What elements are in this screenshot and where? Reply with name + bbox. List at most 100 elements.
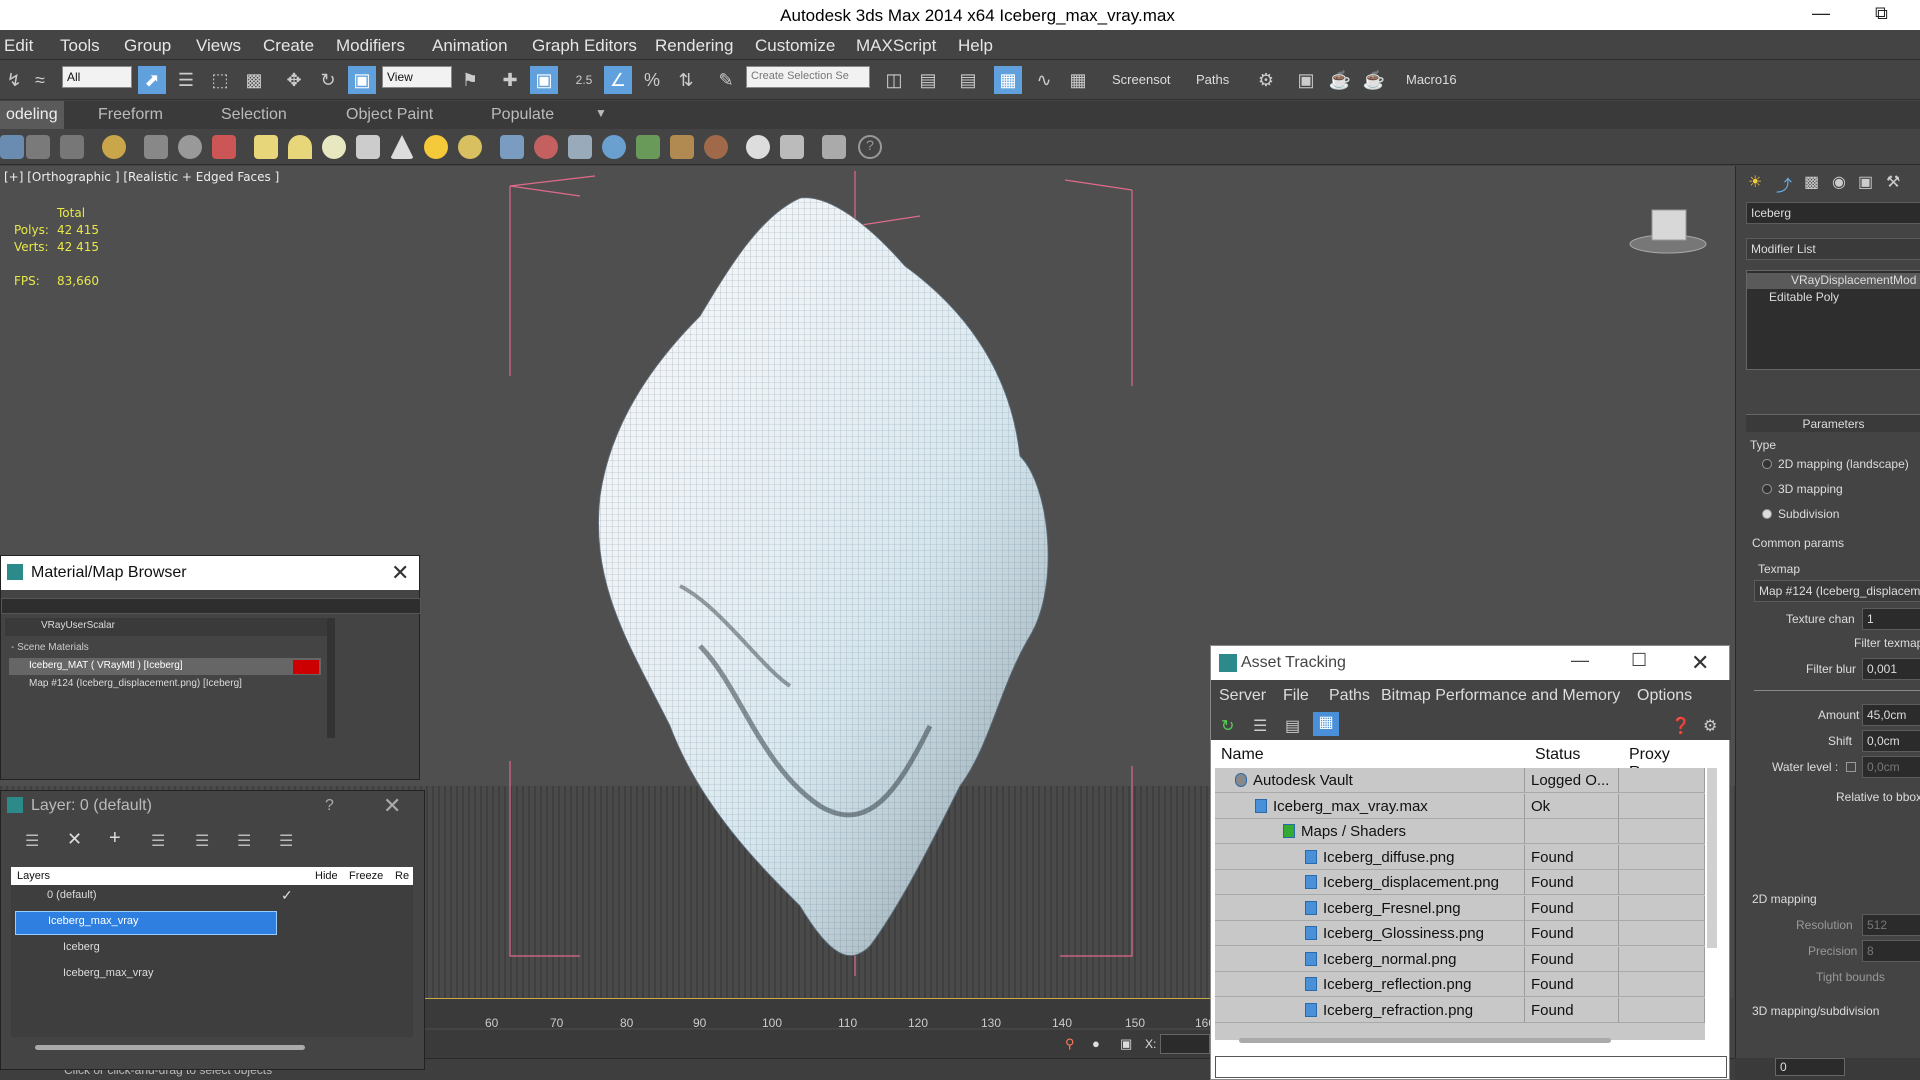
create-tab-icon[interactable]: ☀ bbox=[1748, 172, 1762, 192]
tab-object-paint[interactable]: Object Paint bbox=[346, 106, 433, 124]
skylight-icon[interactable] bbox=[458, 135, 482, 159]
help-icon[interactable]: ❓ bbox=[1671, 716, 1691, 736]
motion-tab-icon[interactable]: ◉ bbox=[1832, 172, 1846, 192]
grid-icon[interactable] bbox=[780, 135, 804, 159]
asset-row[interactable]: Iceberg_refraction.png Found bbox=[1215, 997, 1705, 1023]
sun-icon[interactable] bbox=[424, 135, 448, 159]
highlight-layer-icon[interactable]: ☰ bbox=[195, 831, 209, 851]
plant-icon[interactable] bbox=[636, 135, 660, 159]
layer-object-iceberg-max-vray[interactable]: Iceberg_max_vray bbox=[11, 963, 413, 987]
cone-icon[interactable] bbox=[390, 135, 414, 159]
asset-vertical-scrollbar[interactable] bbox=[1707, 768, 1717, 948]
modifier-stack-item-vraydisplacement[interactable]: VRayDisplacementMod bbox=[1747, 273, 1920, 289]
menu-rendering[interactable]: Rendering bbox=[655, 36, 733, 56]
minimize-icon[interactable]: — bbox=[1571, 650, 1589, 671]
menu-group[interactable]: Group bbox=[124, 36, 171, 56]
freeze-all-icon[interactable]: ☰ bbox=[279, 831, 293, 851]
fur-icon[interactable] bbox=[670, 135, 694, 159]
modifier-stack-item-editable-poly[interactable]: Editable Poly bbox=[1747, 290, 1920, 306]
asset-row[interactable]: Iceberg_Glossiness.png Found bbox=[1215, 921, 1705, 946]
refresh-icon[interactable]: ↻ bbox=[1221, 716, 1234, 736]
tree-icon[interactable] bbox=[144, 135, 168, 159]
close-icon[interactable]: ✕ bbox=[1691, 650, 1709, 676]
tab-selection[interactable]: Selection bbox=[221, 106, 287, 124]
sphere-icon[interactable] bbox=[322, 135, 346, 159]
col-layers[interactable]: Layers bbox=[17, 870, 50, 882]
help-icon[interactable]: ? bbox=[858, 135, 882, 159]
geosphere-icon[interactable] bbox=[602, 135, 626, 159]
select-object-icon[interactable]: ⬈ bbox=[138, 66, 166, 94]
menu-animation[interactable]: Animation bbox=[432, 36, 508, 56]
material-browser-scrollbar[interactable] bbox=[327, 618, 335, 738]
scene-materials-group[interactable]: - Scene Materials bbox=[5, 642, 327, 656]
resolution-spinner[interactable]: 512 bbox=[1862, 914, 1920, 936]
layer-row-default[interactable]: 0 (default) bbox=[11, 885, 413, 909]
asset-menu-paths[interactable]: Paths bbox=[1329, 687, 1370, 705]
settings-icon[interactable]: ⚙ bbox=[1703, 716, 1717, 736]
bind-spacewarp-icon[interactable]: ≈ bbox=[26, 66, 54, 94]
menu-customize[interactable]: Customize bbox=[755, 36, 835, 56]
keyboard-shortcut-icon[interactable]: ▣ bbox=[530, 66, 558, 94]
col-freeze[interactable]: Freeze bbox=[349, 870, 383, 882]
hide-all-icon[interactable]: ☰ bbox=[237, 831, 251, 851]
menu-views[interactable]: Views bbox=[196, 36, 241, 56]
water-level-checkbox[interactable] bbox=[1846, 762, 1856, 772]
render-iterative-icon[interactable]: ☕ bbox=[1360, 66, 1388, 94]
col-status[interactable]: Status bbox=[1535, 746, 1580, 764]
select-by-name-icon[interactable]: ☰ bbox=[172, 66, 200, 94]
scale-icon[interactable]: ▣ bbox=[348, 66, 376, 94]
menu-edit[interactable]: Edit bbox=[4, 36, 33, 56]
tab-freeform[interactable]: Freeform bbox=[98, 106, 163, 124]
select-manipulate-icon[interactable]: ✚ bbox=[496, 66, 524, 94]
box-icon[interactable] bbox=[254, 135, 278, 159]
render-sphere-icon[interactable] bbox=[746, 135, 770, 159]
lock-icon[interactable]: ● bbox=[1092, 1036, 1100, 1051]
asset-row[interactable]: Autodesk Vault Logged O... bbox=[1215, 768, 1705, 793]
asset-menu-bitmap-performance[interactable]: Bitmap Performance and Memory bbox=[1381, 687, 1620, 705]
col-hide[interactable]: Hide bbox=[315, 870, 338, 882]
tab-modeling[interactable]: odeling bbox=[0, 101, 64, 129]
precision-spinner[interactable]: 8 bbox=[1862, 940, 1920, 962]
material-item-iceberg-mat[interactable]: Iceberg_MAT ( VRayMtl ) [Iceberg] bbox=[9, 658, 321, 675]
export-icon[interactable] bbox=[822, 135, 846, 159]
material-item-map124[interactable]: Map #124 (Iceberg_displacement.png) [Ice… bbox=[9, 676, 321, 693]
mirror-icon[interactable]: ◫ bbox=[880, 66, 908, 94]
asset-row[interactable]: Iceberg_max_vray.max Ok bbox=[1215, 793, 1705, 819]
menu-create[interactable]: Create bbox=[263, 36, 314, 56]
angle-snap-icon[interactable]: ∠ bbox=[604, 66, 632, 94]
add-to-layer-icon[interactable]: + bbox=[109, 827, 121, 850]
radio-2d-mapping[interactable] bbox=[1762, 459, 1772, 469]
material-list-item[interactable]: VRayUserScalar bbox=[5, 618, 327, 636]
delete-layer-icon[interactable]: ✕ bbox=[67, 829, 82, 850]
selection-filter-dropdown[interactable]: All bbox=[62, 66, 132, 88]
named-selection-dropdown[interactable]: Create Selection Se bbox=[746, 66, 870, 88]
timeline[interactable]: 60 70 80 90 100 110 120 130 140 150 160 bbox=[425, 998, 1215, 1030]
menu-maxscript[interactable]: MAXScript bbox=[856, 36, 936, 56]
window-crossing-icon[interactable]: ▩ bbox=[240, 66, 268, 94]
render-setup-icon[interactable]: ⚙ bbox=[1252, 66, 1280, 94]
utilities-tab-icon[interactable]: ⚒ bbox=[1886, 172, 1900, 192]
create-layer-icon[interactable]: ☰ bbox=[25, 831, 39, 851]
menu-tools[interactable]: Tools bbox=[60, 36, 100, 56]
asset-horizontal-scrollbar[interactable] bbox=[1239, 1038, 1611, 1043]
layer-object-iceberg[interactable]: Iceberg bbox=[11, 937, 413, 961]
mesh-icon[interactable] bbox=[568, 135, 592, 159]
schematic-view-icon[interactable]: ▦ bbox=[1064, 66, 1092, 94]
tree-generator-icon[interactable] bbox=[356, 135, 380, 159]
curve-editor-icon[interactable]: ∿ bbox=[1030, 66, 1058, 94]
rectangular-selection-icon[interactable]: ⬚ bbox=[206, 66, 234, 94]
hierarchy-tab-icon[interactable]: ▩ bbox=[1804, 172, 1819, 192]
radio-3d-mapping[interactable] bbox=[1762, 484, 1772, 494]
hemisphere-icon[interactable] bbox=[288, 135, 312, 159]
light-icon[interactable] bbox=[102, 135, 126, 159]
layer-row-iceberg-max-vray[interactable]: Iceberg_max_vray bbox=[15, 911, 277, 935]
asset-menu-file[interactable]: File bbox=[1283, 687, 1309, 705]
select-objects-icon[interactable]: ☰ bbox=[151, 831, 165, 851]
viewcube[interactable] bbox=[1629, 209, 1707, 254]
macro16-button[interactable]: Macro16 bbox=[1406, 72, 1457, 87]
maximize-icon[interactable]: ⧉ bbox=[1875, 3, 1888, 24]
table-icon[interactable] bbox=[60, 135, 84, 159]
parameters-rollout-header[interactable]: Parameters bbox=[1746, 414, 1920, 432]
maximize-icon[interactable]: ☐ bbox=[1631, 650, 1647, 671]
asset-row[interactable]: Iceberg_displacement.png Found bbox=[1215, 870, 1705, 895]
